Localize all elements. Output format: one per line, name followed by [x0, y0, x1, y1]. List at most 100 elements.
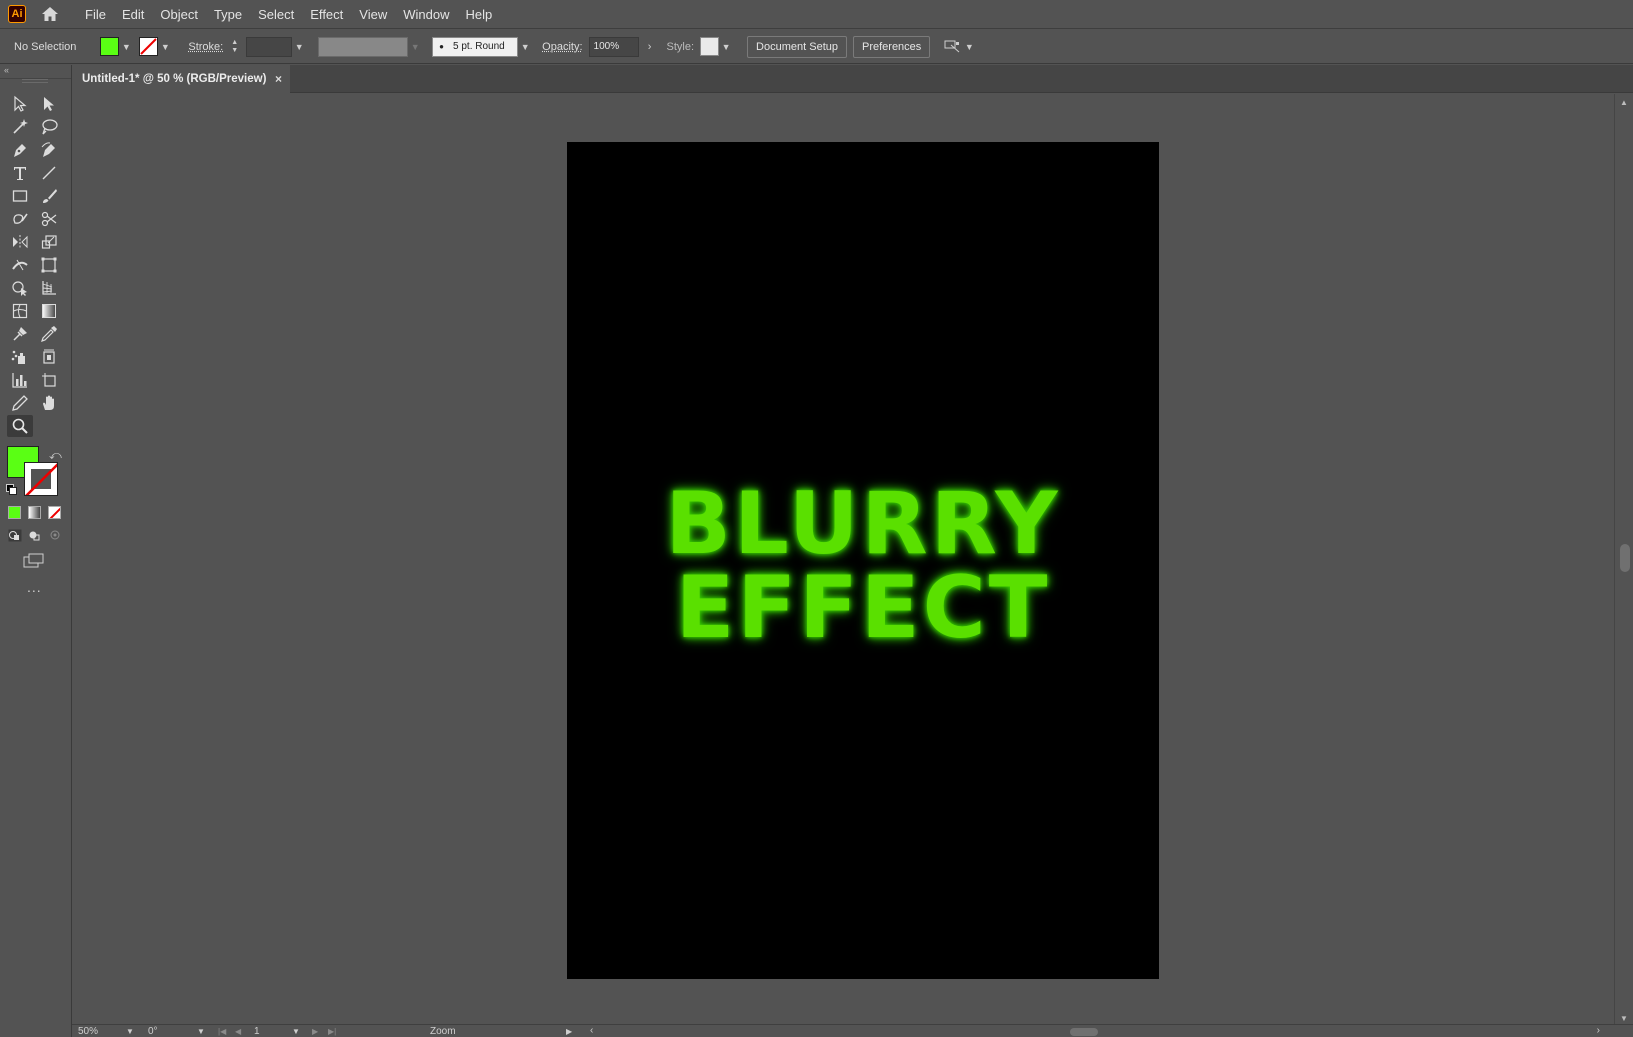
menu-type[interactable]: Type — [206, 0, 250, 29]
menu-edit[interactable]: Edit — [114, 0, 152, 29]
collapse-panel-icon[interactable]: « — [4, 65, 9, 75]
tab-title: Untitled-1* @ 50 % (RGB/Preview) — [82, 73, 267, 85]
brush-definition[interactable]: ● 5 pt. Round — [432, 36, 519, 57]
scroll-down-icon[interactable]: ▼ — [1620, 1014, 1628, 1023]
menu-select[interactable]: Select — [250, 0, 302, 29]
close-icon[interactable]: × — [275, 72, 282, 86]
chevron-down-icon[interactable]: ▼ — [126, 1025, 134, 1037]
draw-normal-icon[interactable] — [8, 529, 22, 542]
horizontal-scroll-thumb[interactable] — [1070, 1028, 1098, 1036]
magic-wand-tool-icon[interactable] — [7, 116, 33, 138]
menu-view[interactable]: View — [351, 0, 395, 29]
blend-tool-icon[interactable] — [7, 323, 33, 345]
none-mode-icon[interactable] — [48, 506, 61, 519]
symbol-sprayer-tool-icon[interactable] — [7, 346, 33, 368]
status-menu-icon[interactable]: ▶ — [566, 1025, 572, 1037]
live-paint-bucket-tool-icon[interactable] — [36, 346, 62, 368]
artwork-text[interactable]: BLURRY EFFECT — [567, 474, 1159, 651]
stroke-weight-stepper-icon[interactable]: ▲ ▼ — [231, 39, 238, 55]
preferences-button[interactable]: Preferences — [852, 35, 931, 58]
eyedropper-tool-icon[interactable] — [36, 323, 62, 345]
chevron-right-icon[interactable]: › — [643, 40, 657, 54]
rectangle-tool-icon[interactable] — [7, 185, 33, 207]
menu-file[interactable]: File — [77, 0, 114, 29]
menu-help[interactable]: Help — [457, 0, 500, 29]
graphic-style-swatch[interactable] — [700, 37, 720, 56]
selection-status: No Selection — [14, 40, 77, 53]
paintbrush-tool-icon[interactable] — [36, 185, 62, 207]
free-transform-tool-icon[interactable] — [36, 254, 62, 276]
chevron-down-icon[interactable]: ▼ — [719, 40, 733, 54]
gradient-tool-icon[interactable] — [36, 300, 62, 322]
first-artboard-icon[interactable]: |◀ — [218, 1025, 226, 1037]
pencil-tool-icon[interactable] — [7, 392, 33, 414]
chevron-down-icon[interactable]: ▼ — [158, 40, 172, 54]
menu-window[interactable]: Window — [395, 0, 457, 29]
edit-toolbar-icon[interactable]: ... — [27, 579, 42, 595]
type-tool-icon[interactable] — [7, 162, 33, 184]
menu-effect[interactable]: Effect — [302, 0, 351, 29]
zoom-level[interactable]: 50% — [78, 1025, 98, 1037]
mesh-tool-icon[interactable] — [7, 300, 33, 322]
zoom-tool-icon[interactable] — [7, 415, 33, 437]
tab-untitled-1[interactable]: Untitled-1* @ 50 % (RGB/Preview) × — [72, 65, 290, 93]
menu-object[interactable]: Object — [152, 0, 206, 29]
artboard[interactable]: BLURRY EFFECT — [567, 142, 1159, 979]
variable-width-profile[interactable] — [318, 36, 409, 57]
draw-behind-icon[interactable] — [28, 529, 42, 542]
arrange-documents-icon[interactable] — [944, 40, 962, 54]
column-graph-tool-icon[interactable] — [7, 369, 33, 391]
artwork-line-1: BLURRY — [665, 474, 1061, 574]
pen-tool-icon[interactable] — [7, 139, 33, 161]
swap-fill-stroke-icon[interactable]: ⤺ — [49, 448, 62, 463]
chevron-down-icon[interactable]: ▼ — [292, 1025, 300, 1037]
toolbar-grip[interactable] — [22, 79, 48, 83]
artboard-tool-icon[interactable] — [36, 369, 62, 391]
chevron-down-icon[interactable]: ▼ — [408, 40, 422, 54]
scroll-right-icon[interactable]: › — [1597, 1025, 1600, 1036]
default-fill-stroke-icon[interactable] — [6, 483, 17, 495]
document-setup-button[interactable]: Document Setup — [747, 35, 847, 58]
width-tool-icon[interactable] — [7, 254, 33, 276]
selection-tool-icon[interactable] — [7, 93, 33, 115]
stroke-swatch[interactable] — [139, 37, 159, 56]
opacity-input[interactable]: 100% — [588, 36, 639, 57]
next-artboard-icon[interactable]: ▶ — [312, 1025, 318, 1037]
curvature-tool-icon[interactable] — [36, 139, 62, 161]
vertical-scroll-thumb[interactable] — [1620, 544, 1630, 572]
opacity-label: Opacity: — [542, 40, 583, 53]
shaper-tool-icon[interactable] — [7, 208, 33, 230]
canvas-area[interactable]: BLURRY EFFECT — [73, 94, 1614, 1028]
line-segment-tool-icon[interactable] — [36, 162, 62, 184]
scissors-tool-icon[interactable] — [36, 208, 62, 230]
lasso-tool-icon[interactable] — [36, 116, 62, 138]
toolbar-header: « — [0, 65, 71, 79]
last-artboard-icon[interactable]: ▶| — [328, 1025, 336, 1037]
stroke-color-swatch[interactable] — [24, 462, 58, 496]
chevron-down-icon[interactable]: ▼ — [119, 40, 133, 54]
previous-artboard-icon[interactable]: ◀ — [235, 1025, 241, 1037]
stroke-weight-input[interactable] — [246, 36, 293, 57]
draw-inside-icon[interactable] — [48, 529, 62, 542]
vertical-scrollbar[interactable]: ▲ ▼ — [1614, 94, 1633, 1028]
chevron-down-icon[interactable]: ▼ — [518, 40, 532, 54]
perspective-grid-tool-icon[interactable] — [36, 277, 62, 299]
chevron-down-icon[interactable]: ▼ — [197, 1025, 205, 1037]
scroll-up-icon[interactable]: ▲ — [1620, 98, 1628, 107]
chevron-down-icon[interactable]: ▼ — [962, 40, 976, 54]
direct-selection-tool-icon[interactable] — [36, 93, 62, 115]
scale-tool-icon[interactable] — [36, 231, 62, 253]
horizontal-scrollbar[interactable]: ‹ › — [590, 1025, 1600, 1037]
fill-swatch[interactable] — [100, 37, 120, 56]
hand-tool-icon[interactable] — [36, 392, 62, 414]
screen-mode-icon[interactable] — [23, 553, 45, 569]
artboard-number-input[interactable]: 1 — [254, 1025, 260, 1037]
reflect-tool-icon[interactable] — [7, 231, 33, 253]
color-mode-icon[interactable] — [8, 506, 21, 519]
shape-builder-tool-icon[interactable] — [7, 277, 33, 299]
chevron-down-icon[interactable]: ▼ — [292, 40, 306, 54]
scroll-left-icon[interactable]: ‹ — [590, 1025, 593, 1036]
rotate-view-value[interactable]: 0° — [148, 1025, 158, 1037]
home-icon[interactable] — [39, 3, 61, 25]
gradient-mode-icon[interactable] — [28, 506, 41, 519]
